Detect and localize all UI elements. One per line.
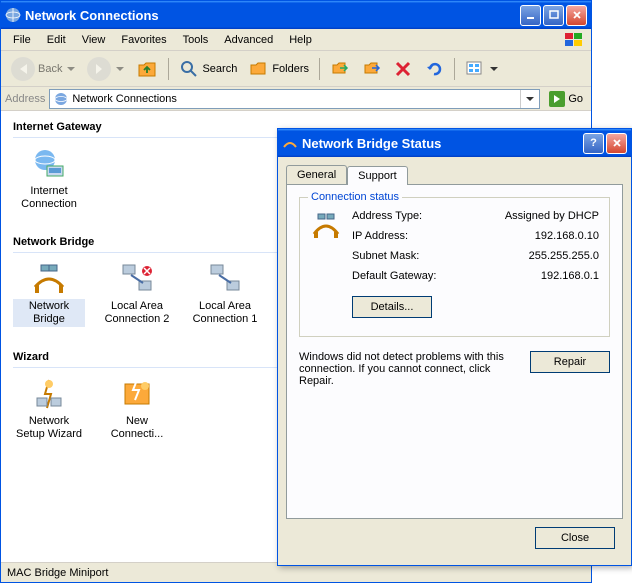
- item-label: Internet Connection: [13, 184, 85, 212]
- address-dropdown[interactable]: [520, 90, 536, 108]
- minimize-button[interactable]: [520, 5, 541, 26]
- internet-connection-icon: [31, 146, 67, 182]
- separator: [319, 58, 320, 80]
- item-lan2[interactable]: Local Area Connection 2: [101, 261, 173, 327]
- go-icon: [548, 90, 566, 108]
- menu-edit[interactable]: Edit: [39, 32, 74, 48]
- ip-value: 192.168.0.10: [535, 230, 599, 242]
- item-internet-connection[interactable]: Internet Connection: [13, 146, 85, 212]
- go-label: Go: [568, 93, 583, 105]
- menu-favorites[interactable]: Favorites: [113, 32, 174, 48]
- addr-type-value: Assigned by DHCP: [505, 210, 599, 222]
- address-input[interactable]: Network Connections: [49, 89, 540, 109]
- move-to-icon: [330, 59, 350, 79]
- wizard-icon: [31, 376, 67, 412]
- separator: [454, 58, 455, 80]
- back-button: Back: [7, 55, 79, 83]
- bridge-icon: [31, 261, 67, 297]
- item-lan1[interactable]: Local Area Connection 1: [189, 261, 261, 327]
- bridge-status-dialog: Network Bridge Status ? General Support …: [277, 128, 632, 566]
- dialog-body: General Support Connection status Addres…: [278, 157, 631, 565]
- delete-icon: [394, 60, 412, 78]
- item-label: New Connecti...: [101, 414, 173, 442]
- menu-tools[interactable]: Tools: [175, 32, 217, 48]
- item-label: Network Setup Wizard: [13, 414, 85, 442]
- tab-support[interactable]: Support: [347, 166, 408, 185]
- views-icon: [465, 60, 485, 78]
- up-button[interactable]: [132, 56, 162, 82]
- network-icon: [53, 91, 69, 107]
- details-button[interactable]: Details...: [352, 296, 432, 318]
- forward-icon: [87, 57, 111, 81]
- item-label: Local Area Connection 2: [101, 299, 173, 327]
- item-new-connection[interactable]: New Connecti...: [101, 376, 173, 442]
- menu-view[interactable]: View: [74, 32, 114, 48]
- toolbar: Back Search Folders: [1, 51, 591, 87]
- menu-help[interactable]: Help: [281, 32, 320, 48]
- close-button[interactable]: [566, 5, 587, 26]
- lan-disabled-icon: [119, 261, 155, 297]
- help-button[interactable]: ?: [583, 133, 604, 154]
- tab-content: Connection status Address Type: Assigned …: [286, 184, 623, 519]
- mask-label: Subnet Mask:: [352, 250, 419, 262]
- chevron-down-icon: [67, 67, 75, 71]
- copy-to-button[interactable]: [358, 57, 386, 81]
- bridge-icon: [310, 210, 342, 242]
- chevron-down-icon: [490, 67, 498, 71]
- help-text: Windows did not detect problems with thi…: [299, 351, 516, 387]
- gw-value: 192.168.0.1: [541, 270, 599, 282]
- close-button[interactable]: Close: [535, 527, 615, 549]
- maximize-button[interactable]: [543, 5, 564, 26]
- menubar: File Edit View Favorites Tools Advanced …: [1, 29, 591, 51]
- lan-icon: [207, 261, 243, 297]
- search-label: Search: [202, 63, 237, 75]
- menu-advanced[interactable]: Advanced: [216, 32, 281, 48]
- fieldset-legend: Connection status: [308, 191, 402, 203]
- statusbar-text: MAC Bridge Miniport: [7, 567, 108, 579]
- folder-up-icon: [136, 58, 158, 80]
- repair-button[interactable]: Repair: [530, 351, 610, 373]
- address-label: Address: [5, 93, 45, 105]
- tabs: General Support: [286, 165, 623, 184]
- search-button[interactable]: Search: [175, 57, 241, 81]
- dialog-title: Network Bridge Status: [302, 136, 583, 151]
- chevron-down-icon: [116, 67, 124, 71]
- ip-label: IP Address:: [352, 230, 408, 242]
- mask-value: 255.255.255.0: [529, 250, 599, 262]
- views-button[interactable]: [461, 58, 502, 80]
- folders-icon: [249, 59, 269, 79]
- forward-button: [83, 55, 128, 83]
- move-to-button[interactable]: [326, 57, 354, 81]
- new-connection-icon: [119, 376, 155, 412]
- item-setup-wizard[interactable]: Network Setup Wizard: [13, 376, 85, 442]
- go-button[interactable]: Go: [544, 89, 587, 109]
- gw-label: Default Gateway:: [352, 270, 436, 282]
- dialog-titlebar[interactable]: Network Bridge Status ?: [278, 129, 631, 157]
- folders-button[interactable]: Folders: [245, 57, 313, 81]
- search-icon: [179, 59, 199, 79]
- back-icon: [11, 57, 35, 81]
- window-title: Network Connections: [25, 8, 520, 23]
- delete-button[interactable]: [390, 58, 416, 80]
- network-icon: [5, 7, 21, 23]
- separator: [168, 58, 169, 80]
- titlebar[interactable]: Network Connections: [1, 1, 591, 29]
- undo-button[interactable]: [420, 57, 448, 81]
- undo-icon: [424, 59, 444, 79]
- item-label: Network Bridge: [13, 299, 85, 327]
- windows-flag-icon: [563, 31, 587, 49]
- menu-file[interactable]: File: [5, 32, 39, 48]
- copy-to-icon: [362, 59, 382, 79]
- folders-label: Folders: [272, 63, 309, 75]
- address-value: Network Connections: [72, 93, 177, 105]
- addressbar: Address Network Connections Go: [1, 87, 591, 111]
- item-network-bridge[interactable]: Network Bridge: [13, 261, 85, 327]
- item-label: Local Area Connection 1: [189, 299, 261, 327]
- back-label: Back: [38, 63, 62, 75]
- tab-general[interactable]: General: [286, 165, 347, 184]
- dialog-close-button[interactable]: [606, 133, 627, 154]
- bridge-icon: [282, 135, 298, 151]
- connection-status-group: Connection status Address Type:Assigned …: [299, 197, 610, 337]
- addr-type-label: Address Type:: [352, 210, 422, 222]
